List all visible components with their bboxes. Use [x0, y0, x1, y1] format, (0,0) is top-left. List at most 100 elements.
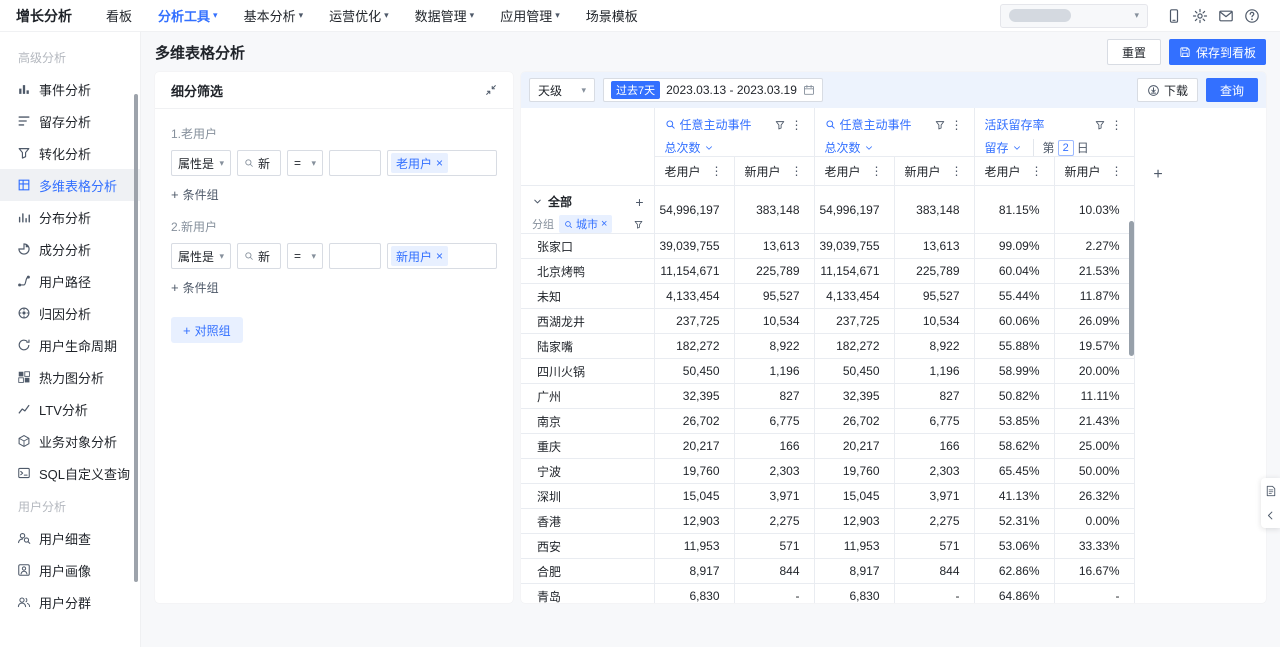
value-input[interactable] — [329, 150, 381, 176]
expand-drawer-button[interactable] — [1261, 503, 1280, 528]
more-icon[interactable]: ⋮ — [870, 164, 884, 178]
cell-value: 58.99% — [974, 359, 1054, 384]
property-select[interactable]: 属性是▾ — [171, 243, 231, 269]
sub-column-header: 老用户⋮ — [654, 157, 734, 186]
chevron-down-icon[interactable] — [864, 143, 874, 153]
sidebar-scrollbar[interactable] — [134, 94, 138, 582]
value-tag-box[interactable]: 新用户× — [387, 243, 497, 269]
sidebar-item[interactable]: 业务对象分析 — [0, 425, 140, 457]
sidebar-item[interactable]: 用户画像 — [0, 554, 140, 586]
value-tag[interactable]: 老用户× — [391, 153, 448, 173]
property-select[interactable]: 属性是▾ — [171, 150, 231, 176]
more-icon[interactable]: ⋮ — [790, 118, 804, 132]
more-icon[interactable]: ⋮ — [790, 164, 804, 178]
cell-value: 225,789 — [734, 259, 814, 284]
nav-item[interactable]: 应用管理▾ — [500, 6, 560, 25]
more-icon[interactable]: ⋮ — [1030, 164, 1044, 178]
metric-select[interactable]: 留存 — [985, 139, 1009, 156]
device-button[interactable] — [1162, 4, 1186, 28]
query-button[interactable]: 查询 — [1206, 78, 1258, 102]
chevron-down-icon[interactable] — [704, 143, 714, 153]
download-button[interactable]: 下载 — [1137, 78, 1198, 102]
chevron-down-icon[interactable] — [532, 196, 543, 207]
value-tag-box[interactable]: 老用户× — [387, 150, 497, 176]
nav-item[interactable]: 看板 — [106, 6, 132, 25]
add-group-by-button[interactable]: + — [635, 194, 643, 210]
chevron-down-icon[interactable] — [1012, 143, 1022, 153]
more-icon[interactable]: ⋮ — [1110, 164, 1124, 178]
sidebar-item[interactable]: 用户路径 — [0, 265, 140, 297]
sidebar-item[interactable]: 转化分析 — [0, 137, 140, 169]
value-tag[interactable]: 新用户× — [391, 246, 448, 266]
operator-select[interactable]: =▾ — [287, 243, 323, 269]
day-value[interactable]: 2 — [1058, 140, 1074, 156]
filter-icon[interactable] — [1094, 119, 1106, 131]
sidebar-item[interactable]: 事件分析 — [0, 73, 140, 105]
property-search[interactable]: 新 — [237, 150, 281, 176]
nav-item[interactable]: 基本分析▾ — [244, 6, 304, 25]
more-icon[interactable]: ⋮ — [950, 164, 964, 178]
project-select[interactable]: ▾ — [1000, 4, 1148, 28]
column-event-name[interactable]: 任意主动事件 — [680, 116, 752, 133]
nav-item[interactable]: 场景模板 — [586, 6, 638, 25]
cell-value: 571 — [734, 534, 814, 559]
cell-value: 8,922 — [894, 334, 974, 359]
filter-icon[interactable] — [633, 219, 644, 230]
cell-value: 19,760 — [654, 459, 734, 484]
bar-chart-icon — [17, 82, 31, 96]
property-search[interactable]: 新 — [237, 243, 281, 269]
sidebar-item[interactable]: 用户生命周期 — [0, 329, 140, 361]
add-condition-button[interactable]: +条件组 — [171, 279, 219, 296]
nav-item[interactable]: 数据管理▾ — [415, 6, 475, 25]
sidebar-item[interactable]: 留存分析 — [0, 105, 140, 137]
nav-item[interactable]: 运营优化▾ — [329, 6, 389, 25]
sidebar-item[interactable]: SQL自定义查询 — [0, 457, 140, 489]
sidebar-item[interactable]: 归因分析 — [0, 297, 140, 329]
sidebar-item-label: 业务对象分析 — [39, 432, 117, 451]
filter-icon[interactable] — [774, 119, 786, 131]
caret-down-icon: ▾ — [555, 10, 560, 21]
sidebar-item[interactable]: 多维表格分析 — [0, 169, 140, 201]
filter-panel-header: 细分筛选 — [155, 72, 513, 109]
cell-value: 39,039,755 — [654, 234, 734, 259]
filter-icon[interactable] — [934, 119, 946, 131]
close-icon[interactable]: × — [436, 249, 443, 263]
operator-select[interactable]: =▾ — [287, 150, 323, 176]
add-condition-button[interactable]: +条件组 — [171, 186, 219, 203]
table-row: 合肥8,9178448,91784462.86%16.67% — [521, 559, 1134, 584]
save-to-dashboard-button[interactable]: 保存到看板 — [1169, 39, 1266, 65]
mail-button[interactable] — [1214, 4, 1238, 28]
reset-button[interactable]: 重置 — [1107, 39, 1161, 65]
feedback-button[interactable] — [1261, 478, 1280, 503]
column-event-name[interactable]: 活跃留存率 — [985, 116, 1045, 133]
more-icon[interactable]: ⋮ — [1110, 118, 1124, 132]
operator-value: = — [294, 249, 301, 263]
add-column-button[interactable]: + — [1148, 165, 1168, 185]
value-input[interactable] — [329, 243, 381, 269]
date-range-picker[interactable]: 过去7天 2023.03.13 - 2023.03.19 — [603, 78, 823, 102]
gear-button[interactable] — [1188, 4, 1212, 28]
metric-select[interactable]: 总次数 — [665, 139, 701, 156]
collapse-panel-icon[interactable] — [485, 84, 497, 96]
row-label: 深圳 — [521, 484, 654, 509]
more-icon[interactable]: ⋮ — [710, 164, 724, 178]
sidebar-item[interactable]: 成分分析 — [0, 233, 140, 265]
close-icon[interactable]: × — [601, 218, 607, 230]
metric-select[interactable]: 总次数 — [825, 139, 861, 156]
sidebar-item[interactable]: LTV分析 — [0, 393, 140, 425]
more-icon[interactable]: ⋮ — [950, 118, 964, 132]
retention-day-selector[interactable]: 第2日 — [1033, 139, 1089, 156]
sidebar-item[interactable]: 热力图分析 — [0, 361, 140, 393]
sidebar-item[interactable]: 分布分析 — [0, 201, 140, 233]
sidebar-item[interactable]: 用户细查 — [0, 522, 140, 554]
row-label: 重庆 — [521, 434, 654, 459]
nav-item[interactable]: 分析工具▾ — [158, 6, 218, 25]
column-event-name[interactable]: 任意主动事件 — [840, 116, 912, 133]
group-by-tag[interactable]: 城市× — [559, 215, 612, 233]
granularity-select[interactable]: 天级 ▾ — [529, 78, 595, 102]
table-scrollbar[interactable] — [1129, 221, 1134, 356]
sidebar-item[interactable]: 用户分群 — [0, 586, 140, 618]
add-contrast-group-button[interactable]: + 对照组 — [171, 317, 243, 343]
help-button[interactable] — [1240, 4, 1264, 28]
close-icon[interactable]: × — [436, 156, 443, 170]
